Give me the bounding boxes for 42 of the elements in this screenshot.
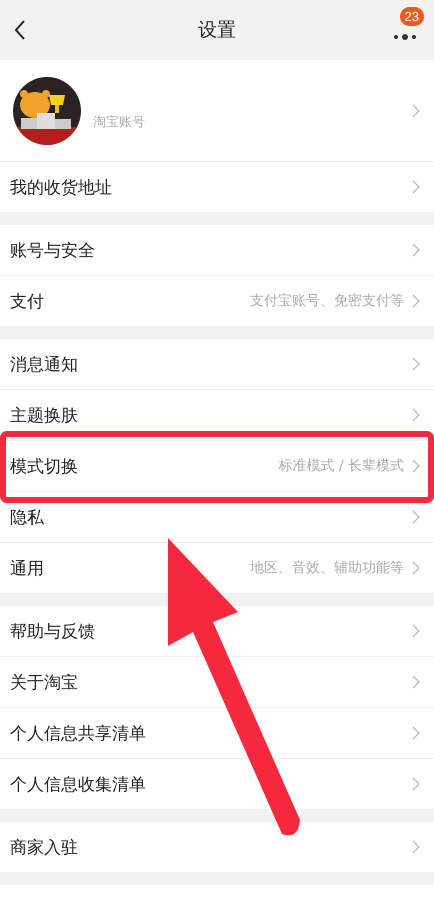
chevron-icon — [412, 561, 420, 575]
settings-row[interactable]: 隐私 — [0, 492, 434, 543]
row-detail: 支付宝账号、免密支付等 — [250, 292, 404, 310]
row-label: 支付 — [10, 290, 45, 312]
chevron-icon — [412, 357, 420, 371]
chevron-icon — [412, 294, 420, 308]
more-icon[interactable] — [393, 33, 417, 41]
chevron-icon — [412, 408, 420, 422]
count-badge: 23 — [400, 7, 424, 26]
chevron-icon — [412, 675, 420, 689]
settings-row[interactable]: 支付 支付宝账号、免密支付等 — [0, 276, 434, 327]
chevron-icon — [412, 777, 420, 791]
back-icon[interactable] — [14, 20, 26, 40]
chevron-icon — [412, 840, 420, 854]
row-label: 个人信息共享清单 — [10, 722, 147, 744]
chevron-icon — [412, 104, 420, 118]
settings-row[interactable]: 模式切换 标准模式 / 长辈模式 — [0, 441, 434, 492]
settings-row[interactable]: 消息通知 — [0, 339, 434, 390]
row-label: 隐私 — [10, 506, 45, 528]
row-detail: 地区、音效、辅助功能等 — [250, 559, 404, 577]
row-label: 帮助与反馈 — [10, 620, 96, 642]
chevron-icon — [412, 459, 420, 473]
chevron-icon — [412, 510, 420, 524]
row-label: 通用 — [10, 558, 45, 580]
chevron-icon — [412, 243, 420, 257]
account-label: 淘宝账号 — [93, 114, 146, 130]
row-label: 关于淘宝 — [10, 672, 79, 694]
settings-row[interactable]: 主题换肤 — [0, 390, 434, 441]
row-label: 主题换肤 — [10, 404, 79, 426]
row-label: 个人信息收集清单 — [10, 774, 147, 796]
row-label: 账号与安全 — [10, 240, 96, 262]
row-label: 消息通知 — [10, 354, 79, 376]
chevron-icon — [412, 180, 420, 194]
chevron-icon — [412, 726, 420, 740]
row-label: 我的收货地址 — [10, 176, 113, 198]
settings-row[interactable]: 账号与安全 — [0, 225, 434, 276]
row-label: 模式切换 — [10, 456, 79, 478]
row-detail: 标准模式 / 长辈模式 — [278, 457, 404, 475]
page-title: 设置 — [198, 18, 236, 43]
row-label: 商家入驻 — [10, 836, 79, 858]
chevron-icon — [412, 624, 420, 638]
settings-row[interactable]: 我的收货地址 — [0, 162, 434, 213]
